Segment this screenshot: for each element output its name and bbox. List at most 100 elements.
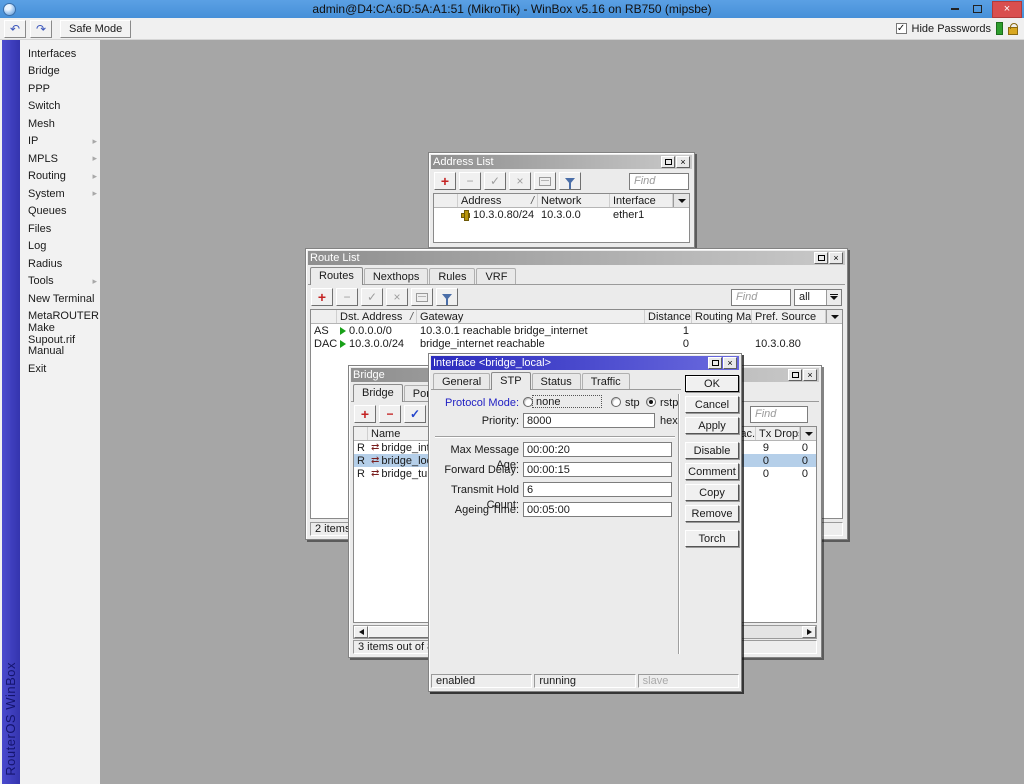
enable-button[interactable]: ✓ bbox=[484, 172, 506, 190]
enable-button[interactable]: ✓ bbox=[361, 288, 383, 306]
gateway-column-header[interactable]: Gateway bbox=[417, 310, 645, 323]
table-row[interactable]: 10.3.0.80/24 10.3.0.0 ether1 bbox=[434, 208, 689, 221]
sidebar-item-manual[interactable]: Manual bbox=[20, 343, 100, 361]
table-row[interactable]: AS 0.0.0.0/0 10.3.0.1 reachable bridge_i… bbox=[311, 324, 842, 337]
sidebar-item-log[interactable]: Log bbox=[20, 238, 100, 256]
comment-button[interactable] bbox=[534, 172, 556, 190]
protocol-none-label[interactable]: none bbox=[532, 395, 602, 408]
sidebar-item-queues[interactable]: Queues bbox=[20, 203, 100, 221]
find-input[interactable]: Find bbox=[629, 173, 689, 190]
sidebar-item-mesh[interactable]: Mesh bbox=[20, 115, 100, 133]
network-column-header[interactable]: Network bbox=[538, 194, 610, 207]
sidebar-item-ip[interactable]: IP▸ bbox=[20, 133, 100, 151]
route-list-titlebar[interactable]: Route List × bbox=[308, 251, 845, 265]
dropdown-button[interactable] bbox=[826, 290, 841, 305]
protocol-stp-label[interactable]: stp bbox=[625, 397, 640, 409]
undo-button[interactable]: ↶ bbox=[4, 20, 26, 38]
filter-button[interactable] bbox=[436, 288, 458, 306]
sidebar-item-ppp[interactable]: PPP bbox=[20, 80, 100, 98]
tab-traffic[interactable]: Traffic bbox=[582, 373, 630, 389]
routing-mark-column-header[interactable]: Routing Mark bbox=[692, 310, 752, 323]
close-icon[interactable]: × bbox=[803, 369, 817, 381]
find-input[interactable]: Find bbox=[750, 406, 808, 423]
close-icon[interactable]: × bbox=[829, 252, 843, 264]
sidebar-item-exit[interactable]: Exit bbox=[20, 360, 100, 378]
enable-button[interactable]: ✓ bbox=[404, 405, 426, 423]
maximize-icon[interactable] bbox=[788, 369, 802, 381]
address-list-titlebar[interactable]: Address List × bbox=[431, 155, 692, 169]
disable-button[interactable]: × bbox=[386, 288, 408, 306]
tab-stp[interactable]: STP bbox=[491, 372, 530, 390]
close-icon[interactable]: × bbox=[676, 156, 690, 168]
column-menu-button[interactable] bbox=[673, 194, 689, 207]
remove-button[interactable]: − bbox=[336, 288, 358, 306]
column-menu-button[interactable] bbox=[800, 427, 816, 440]
sidebar-item-radius[interactable]: Radius bbox=[20, 255, 100, 273]
disable-button[interactable]: Disable bbox=[685, 442, 739, 459]
add-button[interactable]: + bbox=[311, 288, 333, 306]
flags-column-header[interactable] bbox=[311, 310, 337, 323]
protocol-rstp-label[interactable]: rstp bbox=[660, 397, 678, 409]
forward-delay-input[interactable]: 00:00:15 bbox=[523, 462, 672, 477]
flags-column-header[interactable] bbox=[434, 194, 458, 207]
tab-nexthops[interactable]: Nexthops bbox=[364, 268, 428, 284]
apply-button[interactable]: Apply bbox=[685, 417, 739, 434]
flags-column-header[interactable] bbox=[354, 427, 368, 440]
comment-button[interactable] bbox=[411, 288, 433, 306]
remove-button[interactable]: − bbox=[459, 172, 481, 190]
redo-button[interactable]: ↷ bbox=[30, 20, 52, 38]
protocol-stp-radio[interactable] bbox=[611, 397, 621, 407]
sidebar-item-system[interactable]: System▸ bbox=[20, 185, 100, 203]
cancel-button[interactable]: Cancel bbox=[685, 396, 739, 413]
address-column-header[interactable]: Address/ bbox=[458, 194, 538, 207]
add-button[interactable]: + bbox=[434, 172, 456, 190]
sidebar-item-switch[interactable]: Switch bbox=[20, 98, 100, 116]
ok-button[interactable]: OK bbox=[685, 375, 739, 392]
sidebar-item-new-terminal[interactable]: New Terminal bbox=[20, 290, 100, 308]
copy-button[interactable]: Copy bbox=[685, 484, 739, 501]
sidebar-item-interfaces[interactable]: Interfaces bbox=[20, 45, 100, 63]
find-input[interactable]: Find bbox=[731, 289, 791, 306]
sidebar-item-files[interactable]: Files bbox=[20, 220, 100, 238]
tab-status[interactable]: Status bbox=[532, 373, 581, 389]
filter-button[interactable] bbox=[559, 172, 581, 190]
hide-passwords-checkbox[interactable]: ✓ bbox=[896, 23, 907, 34]
torch-button[interactable]: Torch bbox=[685, 530, 739, 547]
sidebar-item-mpls[interactable]: MPLS▸ bbox=[20, 150, 100, 168]
tab-general[interactable]: General bbox=[433, 373, 490, 389]
dst-address-column-header[interactable]: Dst. Address/ bbox=[337, 310, 417, 323]
distance-column-header[interactable]: Distance bbox=[645, 310, 692, 323]
maximize-icon[interactable] bbox=[661, 156, 675, 168]
sidebar-item-bridge[interactable]: Bridge bbox=[20, 63, 100, 81]
scroll-right-icon[interactable] bbox=[802, 626, 816, 638]
minimize-button[interactable] bbox=[944, 1, 966, 17]
max-message-age-input[interactable]: 00:00:20 bbox=[523, 442, 672, 457]
interface-dialog-titlebar[interactable]: Interface <bridge_local> × bbox=[431, 356, 739, 370]
remove-button[interactable]: Remove bbox=[685, 505, 739, 522]
tab-routes[interactable]: Routes bbox=[310, 267, 363, 285]
scroll-left-icon[interactable] bbox=[354, 626, 368, 638]
interface-column-header[interactable]: Interface bbox=[610, 194, 673, 207]
priority-input[interactable]: 8000 bbox=[523, 413, 655, 428]
tab-rules[interactable]: Rules bbox=[429, 268, 475, 284]
disable-button[interactable]: × bbox=[509, 172, 531, 190]
transmit-hold-count-input[interactable]: 6 bbox=[523, 482, 672, 497]
tab-vrf[interactable]: VRF bbox=[476, 268, 516, 284]
add-button[interactable]: + bbox=[354, 405, 376, 423]
close-button[interactable]: × bbox=[992, 1, 1022, 18]
sidebar-item-routing[interactable]: Routing▸ bbox=[20, 168, 100, 186]
remove-button[interactable]: − bbox=[379, 405, 401, 423]
tx-drops-column-header[interactable]: Tx Drops bbox=[756, 427, 800, 440]
safe-mode-button[interactable]: Safe Mode bbox=[60, 20, 131, 38]
column-menu-button[interactable] bbox=[826, 310, 842, 323]
sidebar-item-make-supout[interactable]: Make Supout.rif bbox=[20, 325, 100, 343]
filter-scope-dropdown[interactable]: all bbox=[794, 289, 842, 306]
maximize-icon[interactable] bbox=[708, 357, 722, 369]
ageing-time-input[interactable]: 00:05:00 bbox=[523, 502, 672, 517]
restore-button[interactable] bbox=[966, 1, 988, 17]
sidebar-item-tools[interactable]: Tools▸ bbox=[20, 273, 100, 291]
comment-button[interactable]: Comment bbox=[685, 463, 739, 480]
maximize-icon[interactable] bbox=[814, 252, 828, 264]
protocol-rstp-radio[interactable] bbox=[646, 397, 656, 407]
pref-source-column-header[interactable]: Pref. Source bbox=[752, 310, 826, 323]
